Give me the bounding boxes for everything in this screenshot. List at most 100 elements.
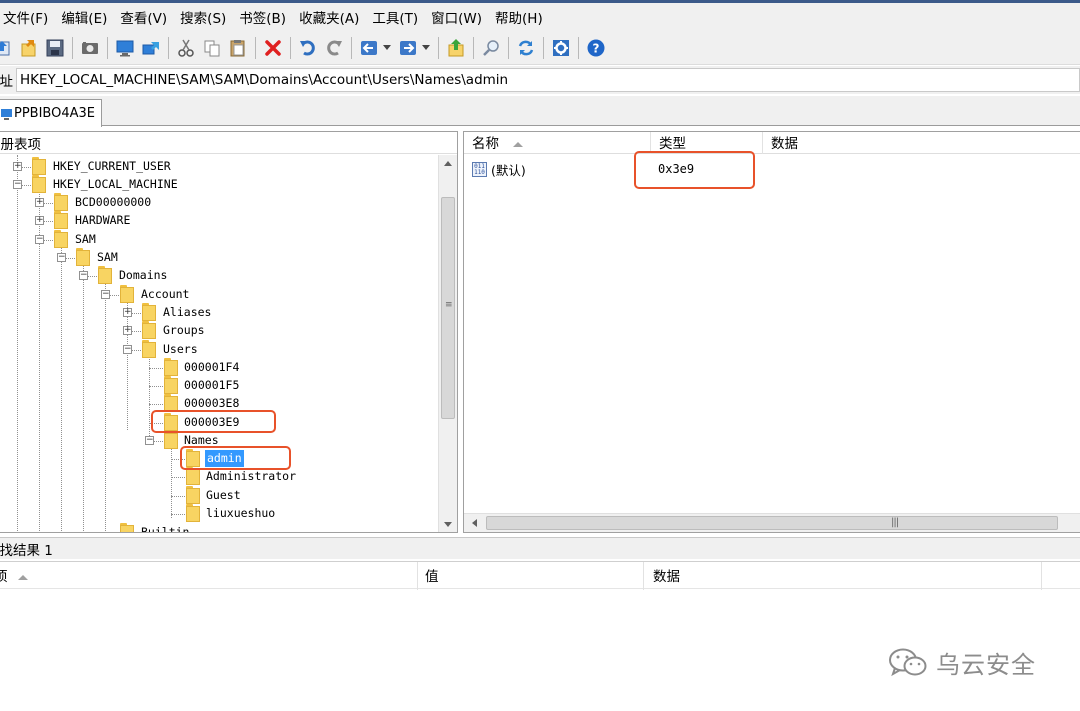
toolbar-separator — [72, 36, 73, 59]
expand-icon[interactable]: + — [35, 198, 44, 207]
folder-icon — [164, 376, 178, 394]
back-icon[interactable] — [358, 37, 380, 59]
watermark-text: 乌云安全 — [936, 651, 1036, 679]
folder-icon — [164, 358, 178, 376]
tree-node-hardware[interactable]: HARDWARE — [75, 212, 130, 229]
tree-header: 注册表项 — [0, 132, 457, 154]
expand-icon[interactable]: + — [35, 216, 44, 225]
tree-node-liuxueshuo[interactable]: liuxueshuo — [206, 505, 275, 522]
collapse-icon[interactable]: − — [79, 271, 88, 280]
tree-node-builtin[interactable]: Builtin — [141, 524, 189, 532]
folder-icon — [32, 157, 46, 175]
expand-icon[interactable]: + — [123, 308, 132, 317]
menu-bookmarks[interactable]: 书签(B) — [236, 7, 294, 27]
refresh-icon[interactable] — [515, 37, 537, 59]
toolbar-separator — [255, 36, 256, 59]
tree-node-guest[interactable]: Guest — [206, 487, 241, 504]
menu-favorites[interactable]: 收藏夹(A) — [296, 7, 367, 27]
menu-view[interactable]: 查看(V) — [117, 7, 175, 27]
results-column-data[interactable]: 数据 — [644, 562, 1042, 590]
paste-icon[interactable] — [227, 37, 249, 59]
scroll-up-icon[interactable] — [444, 161, 452, 166]
tree-guide-line — [171, 477, 185, 478]
tree-node-domains[interactable]: Domains — [119, 267, 167, 284]
tree-node-groups[interactable]: Groups — [163, 322, 205, 339]
grip-icon: ||| — [891, 517, 899, 528]
search-results-header: 项 值 数据 — [0, 561, 1080, 590]
tree-header-label: 注册表项 — [0, 136, 41, 153]
cut-icon[interactable] — [175, 37, 197, 59]
scroll-thumb[interactable]: ≡ — [441, 197, 455, 419]
values-horizontal-scrollbar[interactable]: ||| — [464, 513, 1080, 532]
camera-icon[interactable] — [79, 37, 101, 59]
menu-window[interactable]: 窗口(W) — [428, 7, 490, 27]
expand-icon[interactable]: + — [123, 326, 132, 335]
collapse-icon[interactable]: − — [13, 180, 22, 189]
computer-icon[interactable] — [114, 37, 136, 59]
tree-node-aliases[interactable]: Aliases — [163, 304, 211, 321]
tree-node-users[interactable]: Users — [163, 341, 198, 358]
save-icon[interactable] — [44, 37, 66, 59]
delete-icon[interactable] — [262, 37, 284, 59]
menu-help[interactable]: 帮助(H) — [492, 7, 551, 27]
scroll-down-icon[interactable] — [444, 522, 452, 527]
folder-icon — [142, 340, 156, 358]
results-column-data-label: 数据 — [653, 569, 680, 585]
highlight-box-type — [634, 151, 755, 189]
scroll-thumb[interactable]: ||| — [486, 516, 1058, 530]
column-name[interactable]: 名称 — [464, 132, 651, 154]
tab-computer[interactable]: PPBIBO4A3E — [0, 99, 102, 127]
expand-icon[interactable]: + — [13, 162, 22, 171]
export-icon[interactable] — [0, 37, 14, 59]
undo-icon[interactable] — [297, 37, 319, 59]
collapse-icon[interactable]: − — [35, 235, 44, 244]
collapse-icon[interactable]: − — [101, 290, 110, 299]
tree-node-rid-1f4[interactable]: 000001F4 — [184, 359, 239, 376]
folder-icon — [164, 431, 178, 449]
help-icon[interactable]: ? — [585, 37, 607, 59]
tree-node-hkey-current-user[interactable]: HKEY_CURRENT_USER — [53, 158, 171, 175]
menu-edit[interactable]: 编辑(E) — [58, 7, 115, 27]
value-row[interactable]: 011 110 (默认) — [472, 160, 526, 178]
menu-tools[interactable]: 工具(T) — [369, 7, 426, 27]
tab-strip: PPBIBO4A3E — [0, 96, 1080, 127]
toolbar-separator — [543, 36, 544, 59]
back-dropdown-icon[interactable] — [382, 37, 392, 59]
find-icon[interactable] — [480, 37, 502, 59]
tree-node-sam[interactable]: SAM — [75, 231, 96, 248]
collapse-icon[interactable]: − — [57, 253, 66, 262]
copy-icon[interactable] — [201, 37, 223, 59]
connect-icon[interactable] — [140, 37, 162, 59]
collapse-icon[interactable]: − — [145, 436, 154, 445]
address-input[interactable]: HKEY_LOCAL_MACHINE\SAM\SAM\Domains\Accou… — [16, 68, 1080, 92]
results-column-key[interactable]: 项 — [0, 562, 418, 590]
parent-key-icon[interactable] — [445, 37, 467, 59]
tree-node-sam-child[interactable]: SAM — [97, 249, 118, 266]
settings-icon[interactable] — [550, 37, 572, 59]
scroll-left-icon[interactable] — [472, 519, 477, 527]
redo-icon[interactable] — [323, 37, 345, 59]
menu-file[interactable]: 文件(F) — [0, 7, 56, 27]
results-column-value[interactable]: 值 — [418, 562, 644, 590]
forward-icon[interactable] — [397, 37, 419, 59]
import-icon[interactable] — [18, 37, 40, 59]
folder-icon — [54, 193, 68, 211]
folder-icon — [120, 285, 134, 303]
forward-dropdown-icon[interactable] — [421, 37, 431, 59]
collapse-icon[interactable]: − — [123, 345, 132, 354]
tree-guide-line — [149, 368, 163, 369]
column-data[interactable]: 数据 — [763, 132, 1080, 154]
folder-icon — [54, 230, 68, 248]
tree-guide-line — [105, 532, 119, 533]
tree-node-rid-1f5[interactable]: 000001F5 — [184, 377, 239, 394]
search-results-title[interactable]: 查找结果 1 — [0, 539, 53, 559]
menu-search[interactable]: 搜索(S) — [177, 7, 234, 27]
tree-node-account[interactable]: Account — [141, 286, 189, 303]
tree-node-administrator[interactable]: Administrator — [206, 468, 296, 485]
folder-icon — [32, 175, 46, 193]
tree-vertical-scrollbar[interactable]: ≡ — [438, 155, 457, 532]
folder-icon — [76, 248, 90, 266]
tree-node-hkey-local-machine[interactable]: HKEY_LOCAL_MACHINE — [53, 176, 178, 193]
tree-node-bcd[interactable]: BCD00000000 — [75, 194, 151, 211]
wechat-icon — [889, 648, 927, 676]
